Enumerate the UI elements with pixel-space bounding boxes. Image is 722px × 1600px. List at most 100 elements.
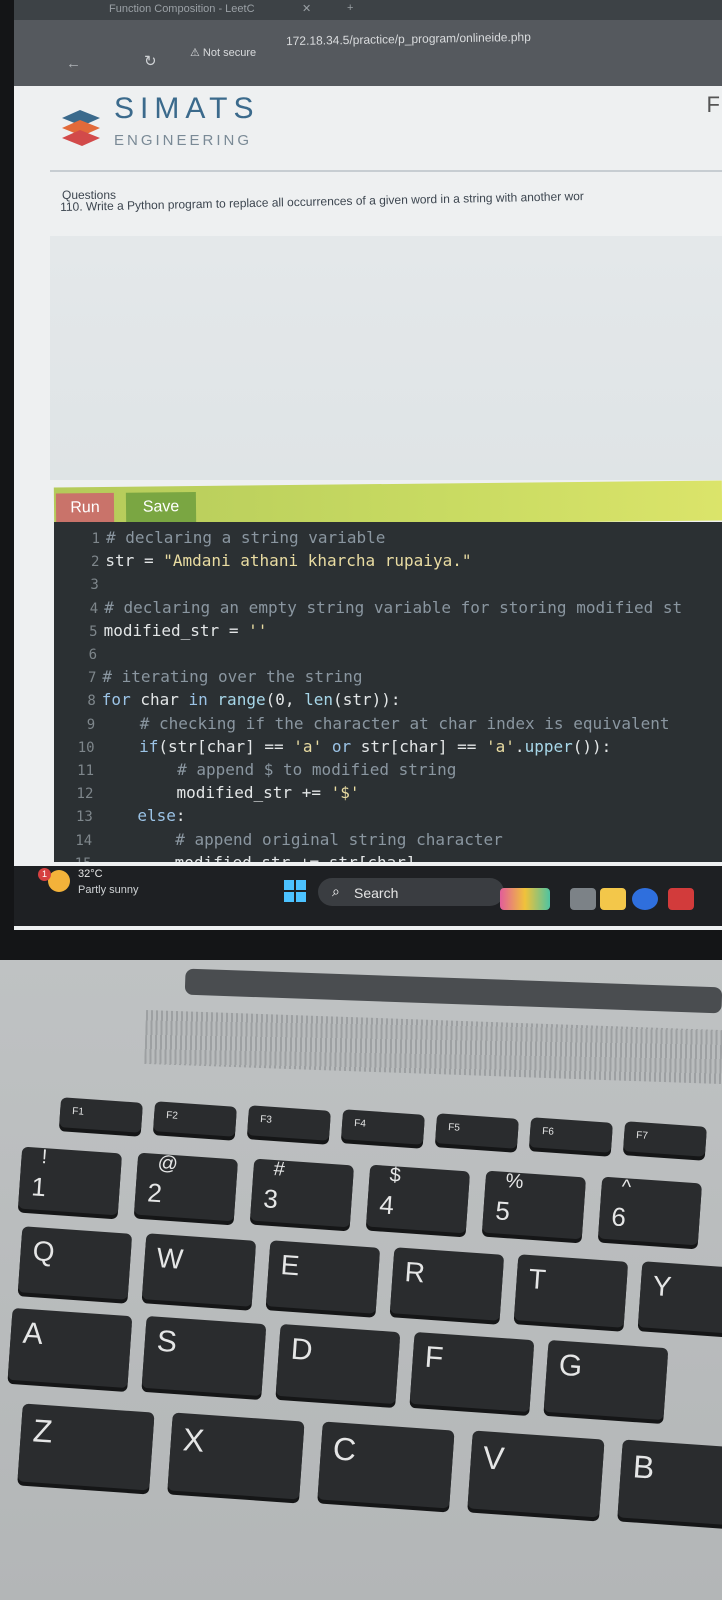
- line-number: 9: [86, 716, 96, 733]
- letter-key-s[interactable]: S: [141, 1315, 267, 1397]
- number-key-4[interactable]: 4 $: [365, 1164, 471, 1234]
- code-text: modified_str += str[char]: [98, 853, 416, 862]
- letter-key-t[interactable]: T: [513, 1254, 629, 1328]
- letter-key-y[interactable]: Y: [637, 1261, 722, 1335]
- browser-tab[interactable]: Function Composition - LeetC: [109, 3, 255, 15]
- code-line[interactable]: 13 else:: [65, 806, 186, 828]
- speaker-grille: [144, 1009, 722, 1085]
- warning-icon: ⚠: [190, 47, 203, 59]
- line-number: 6: [88, 647, 97, 663]
- header-corner-text: F: [706, 92, 720, 117]
- logo-title: SIMATS: [114, 92, 260, 125]
- letter-key-c[interactable]: C: [317, 1421, 455, 1509]
- letter-key-d[interactable]: D: [275, 1323, 401, 1405]
- close-tab-icon[interactable]: ✕: [302, 2, 311, 15]
- code-line[interactable]: 12 modified_str += '$': [65, 783, 360, 805]
- code-line[interactable]: 2 str = "Amdani athani kharcha rupaiya.": [71, 551, 472, 573]
- letter-key-e[interactable]: E: [265, 1240, 381, 1314]
- code-line[interactable]: 14 # append original string character: [64, 830, 502, 852]
- windows-start-icon[interactable]: [284, 880, 306, 902]
- mcafee-icon[interactable]: [668, 888, 694, 910]
- letter-key-r[interactable]: R: [389, 1247, 505, 1321]
- function-key-f1[interactable]: F1: [59, 1097, 143, 1133]
- code-line[interactable]: 11 # append $ to modified string: [66, 760, 456, 782]
- file-explorer-icon[interactable]: [600, 888, 626, 910]
- weather-temperature[interactable]: 32°C: [78, 868, 103, 880]
- new-tab-icon[interactable]: +: [347, 2, 353, 14]
- reload-icon[interactable]: ↻: [144, 52, 157, 70]
- letter-key-f[interactable]: F: [409, 1331, 535, 1413]
- back-arrow-icon[interactable]: ←: [66, 55, 81, 72]
- function-key-f6[interactable]: F6: [529, 1117, 613, 1153]
- key-label: 6: [610, 1201, 628, 1233]
- line-number: 15: [64, 856, 92, 862]
- letter-key-v[interactable]: V: [467, 1430, 605, 1518]
- key-label: F: [423, 1340, 445, 1375]
- search-label: Search: [354, 885, 399, 901]
- code-editor[interactable]: 1 # declaring a string variable 2 str = "Am…: [54, 522, 722, 862]
- weather-condition[interactable]: Partly sunny: [78, 884, 139, 896]
- code-line[interactable]: 8 for char in range(0, len(str)):: [68, 690, 400, 712]
- key-shift-label: @: [156, 1151, 179, 1176]
- taskbar-search[interactable]: ⌕ Search: [318, 878, 504, 906]
- letter-key-g[interactable]: G: [543, 1339, 669, 1421]
- number-key-6[interactable]: 6 ^: [597, 1175, 703, 1246]
- code-line[interactable]: 15 modified_str += str[char]: [64, 853, 416, 862]
- number-key-3[interactable]: 3 #: [249, 1157, 355, 1228]
- weather-sun-icon[interactable]: [48, 870, 70, 892]
- key-label: Q: [31, 1235, 56, 1268]
- key-label: S: [155, 1324, 179, 1360]
- notification-badge: 1: [38, 868, 51, 881]
- function-key-f7[interactable]: F7: [623, 1121, 707, 1157]
- function-key-f4[interactable]: F4: [341, 1109, 425, 1145]
- code-line[interactable]: 4 # declaring an empty string variable fo…: [70, 598, 682, 620]
- code-line[interactable]: 9 # checking if the character at char in…: [67, 714, 670, 736]
- function-key-f5[interactable]: F5: [435, 1113, 519, 1149]
- key-label: 2: [146, 1177, 164, 1209]
- holi-widget-icon[interactable]: [500, 888, 550, 910]
- key-shift-label: #: [272, 1157, 286, 1181]
- key-label: Y: [651, 1270, 673, 1303]
- code-line[interactable]: 1 # declaring a string variable: [72, 528, 386, 550]
- line-number: 14: [75, 832, 93, 849]
- task-view-icon[interactable]: [570, 888, 596, 910]
- key-label: F5: [447, 1121, 461, 1134]
- number-key-2[interactable]: 2 @: [133, 1151, 239, 1222]
- line-number: 4: [89, 600, 99, 617]
- meet-app-icon[interactable]: [632, 888, 658, 910]
- key-label: E: [279, 1249, 301, 1282]
- code-line[interactable]: 7 # iterating over the string: [68, 667, 363, 689]
- code-line[interactable]: 10 if(str[char] == 'a' or str[char] == '…: [67, 737, 612, 759]
- key-label: 3: [262, 1183, 280, 1215]
- function-key-f3[interactable]: F3: [247, 1105, 331, 1141]
- letter-key-w[interactable]: W: [141, 1233, 257, 1307]
- header-divider: [50, 170, 722, 172]
- letter-key-b[interactable]: B: [617, 1439, 722, 1527]
- line-number: 8: [87, 693, 96, 710]
- code-line[interactable]: 5 modified_str = '': [70, 621, 267, 643]
- code-text: if(str[char] == 'a' or str[char] == 'a'.…: [139, 736, 612, 756]
- line-number: 5: [89, 623, 98, 640]
- function-key-f2[interactable]: F2: [153, 1101, 237, 1137]
- letter-key-x[interactable]: X: [167, 1412, 305, 1500]
- number-key-5[interactable]: 5%: [481, 1169, 587, 1240]
- url-field[interactable]: 172.18.34.5/practice/p_program/onlineide…: [286, 30, 531, 48]
- save-button[interactable]: Save: [125, 492, 197, 523]
- key-shift-label: %: [504, 1169, 525, 1194]
- laptop-screen: Function Composition - LeetC ✕ + ← ↻ ⚠ N…: [14, 0, 722, 930]
- letter-key-a[interactable]: A: [7, 1307, 133, 1389]
- code-line[interactable]: 3: [71, 574, 105, 596]
- number-key-1[interactable]: 1!: [17, 1146, 123, 1216]
- ide-toolbar: Run Save: [53, 480, 722, 528]
- code-text: # declaring a string variable: [106, 528, 386, 547]
- letter-key-z[interactable]: Z: [17, 1403, 155, 1491]
- line-number: 11: [77, 763, 94, 779]
- security-indicator[interactable]: ⚠ Not secure: [190, 46, 256, 59]
- letter-key-q[interactable]: Q: [17, 1226, 133, 1300]
- line-number: 2: [90, 554, 100, 571]
- run-button[interactable]: Run: [55, 492, 115, 524]
- code-line[interactable]: 6: [69, 644, 103, 666]
- line-number: 1: [91, 531, 100, 547]
- key-shift-label: ^: [620, 1175, 632, 1199]
- code-text: # declaring an empty string variable for…: [104, 597, 683, 617]
